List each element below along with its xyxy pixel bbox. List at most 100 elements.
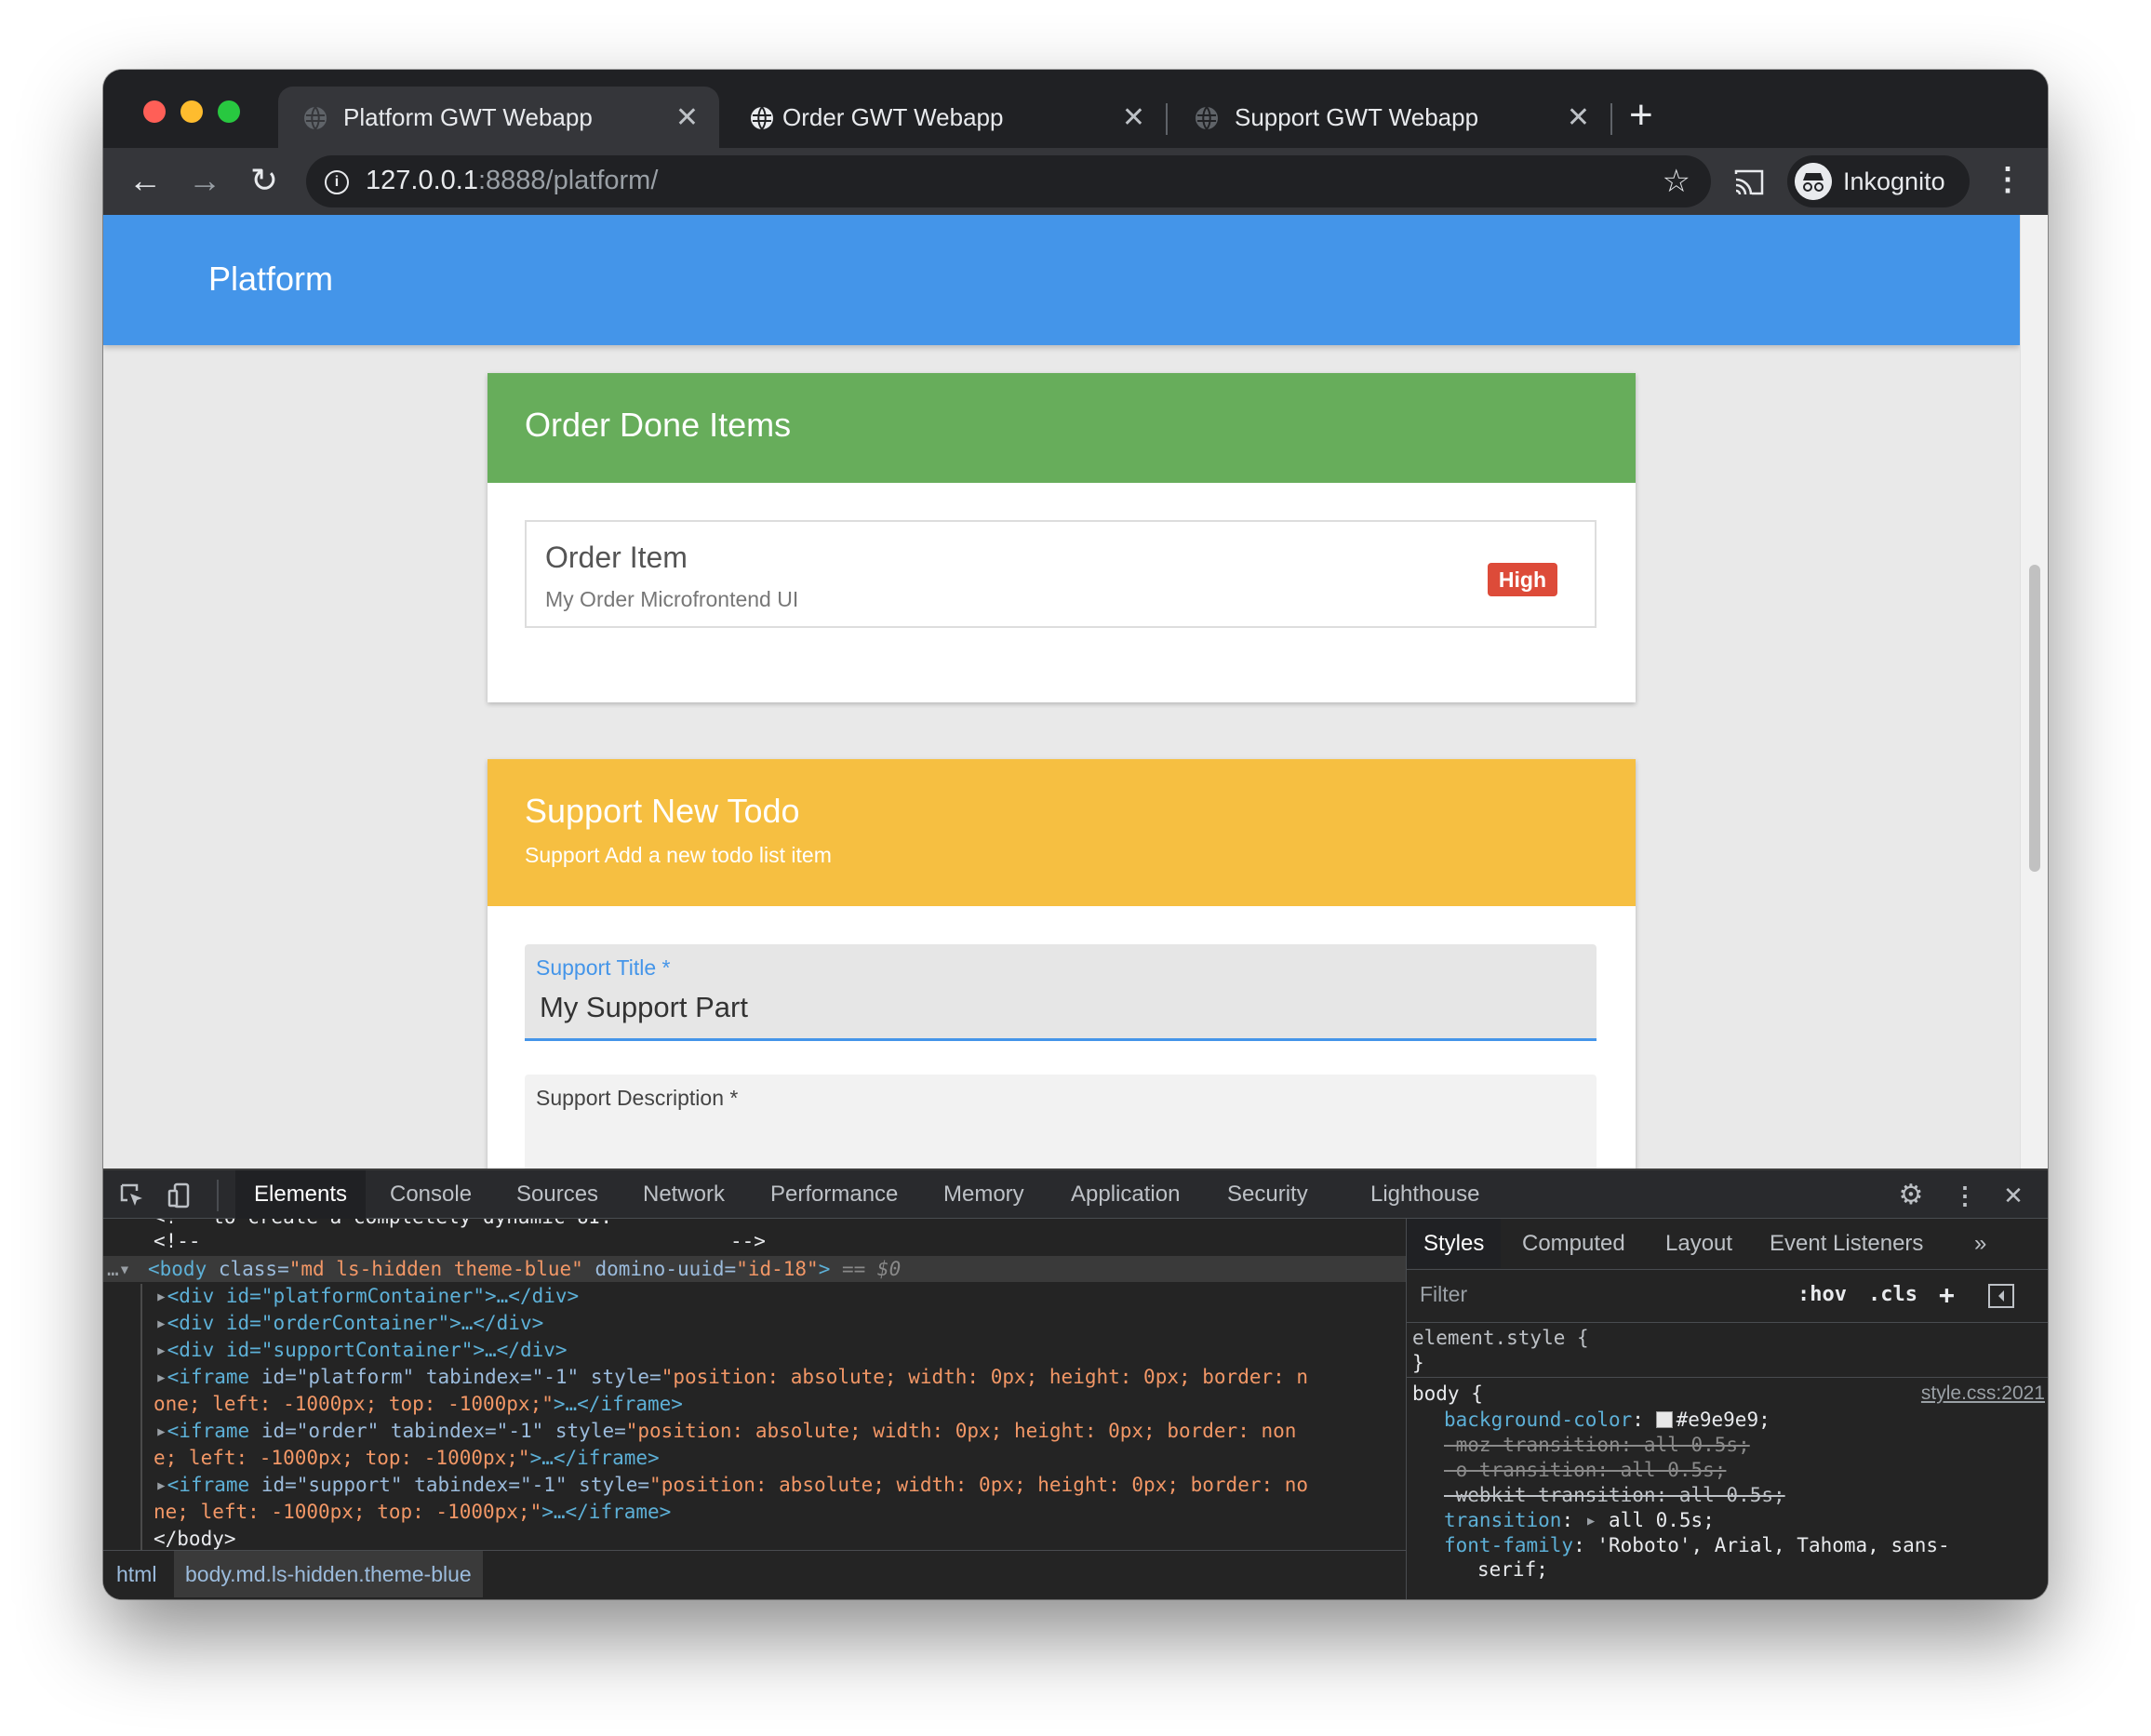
incognito-profile-button[interactable]: Inkognito (1787, 155, 1970, 207)
tab-application[interactable]: Application (1071, 1170, 1180, 1220)
tab-console[interactable]: Console (390, 1170, 472, 1220)
tab-title: Platform GWT Webapp (343, 103, 593, 131)
tab-platform[interactable]: Platform GWT Webapp ✕ (278, 87, 719, 148)
url-text[interactable]: 127.0.0.1:8888/platform/ (366, 166, 658, 196)
class-toggle[interactable]: .cls (1868, 1283, 1917, 1306)
css-property-font-family-cont: serif; (1477, 1558, 1548, 1581)
close-tab-icon[interactable]: ✕ (1122, 101, 1145, 134)
property-name: font-family (1444, 1534, 1574, 1556)
profile-name: Inkognito (1843, 167, 1945, 195)
tab-layout[interactable]: Layout (1665, 1219, 1732, 1268)
attr-value: "position: absolute; width: 0px; height:… (625, 1420, 1297, 1442)
tag-close: >…</iframe> (541, 1501, 672, 1523)
node-text: <div id="platformContainer">…</div> (167, 1285, 580, 1307)
page-scrollbar[interactable] (2020, 215, 2048, 1168)
more-tabs-chevron-icon[interactable]: » (1974, 1219, 1986, 1268)
rule-separator (1407, 1377, 2048, 1378)
browser-menu-icon[interactable]: ⋮ (1992, 161, 2024, 198)
tab-support[interactable]: Support GWT Webapp ✕ (1169, 87, 1610, 148)
incognito-icon (1795, 163, 1832, 200)
maximize-window-button[interactable] (218, 100, 240, 123)
css-property-webkit-transition[interactable]: -webkit-transition: all 0.5s; (1444, 1484, 1785, 1506)
dom-node-platform-container[interactable]: ▸<div id="platformContainer">…</div> (155, 1285, 579, 1307)
app-bar: Platform (103, 215, 2020, 345)
tab-styles[interactable]: Styles (1407, 1219, 1502, 1268)
css-property-o-transition[interactable]: -o-transition: all 0.5s; (1444, 1459, 1726, 1481)
reload-icon[interactable]: ↻ (241, 157, 287, 204)
css-property-font-family[interactable]: font-family: 'Roboto', Arial, Tahoma, sa… (1444, 1534, 1950, 1556)
tab-memory[interactable]: Memory (943, 1170, 1024, 1220)
tag-name: <iframe (167, 1366, 250, 1388)
forward-arrow-icon[interactable]: → (181, 157, 228, 204)
minimize-window-button[interactable] (180, 100, 203, 123)
breadcrumb-body[interactable]: body.md.ls-hidden.theme-blue (174, 1551, 483, 1597)
dom-tree[interactable]: <!-- to create a completely dynamic UI. … (103, 1219, 1480, 1550)
order-card-header: Order Done Items (488, 373, 1636, 483)
support-card-title: Support New Todo (525, 792, 800, 830)
filter-input[interactable]: Filter (1420, 1282, 1467, 1307)
dom-node-body[interactable]: <body class="md ls-hidden theme-blue" do… (148, 1258, 901, 1280)
back-arrow-icon[interactable]: ← (122, 157, 168, 204)
tab-computed[interactable]: Computed (1522, 1219, 1625, 1268)
tab-order[interactable]: Order GWT Webapp ✕ (725, 87, 1166, 148)
support-title-input[interactable] (540, 987, 1563, 1028)
info-icon[interactable]: i (325, 170, 349, 194)
tab-event-listeners[interactable]: Event Listeners (1770, 1219, 1923, 1268)
css-property-transition[interactable]: transition: ▸ all 0.5s; (1444, 1509, 1715, 1531)
property-value: #e9e9e9; (1676, 1409, 1770, 1431)
address-bar[interactable]: i 127.0.0.1:8888/platform/ ☆ (306, 155, 1711, 207)
devtools-menu-icon[interactable]: ⋮ (1951, 1182, 1979, 1209)
color-swatch[interactable] (1655, 1411, 1673, 1428)
close-tab-icon[interactable]: ✕ (675, 101, 699, 134)
dom-node-iframe-order[interactable]: ▸<iframe id="order" tabindex="-1" style=… (155, 1420, 1296, 1442)
inspect-element-icon[interactable] (118, 1182, 146, 1209)
tab-separator (1610, 103, 1612, 135)
property-name: background-color (1444, 1409, 1633, 1431)
close-tab-icon[interactable]: ✕ (1567, 101, 1590, 134)
expand-ellipsis-icon[interactable]: …▾ (107, 1258, 130, 1280)
css-property-background[interactable]: background-color: #e9e9e9; (1444, 1409, 1770, 1431)
css-property-moz-transition[interactable]: -moz-transition: all 0.5s; (1444, 1434, 1750, 1456)
device-toolbar-icon[interactable] (167, 1182, 194, 1209)
list-item[interactable]: Order Item My Order Microfrontend UI Hig… (525, 520, 1597, 628)
tab-lighthouse[interactable]: Lighthouse (1370, 1170, 1479, 1220)
new-tab-button[interactable]: + (1629, 92, 1653, 139)
toggle-sidebar-icon[interactable] (1987, 1283, 2015, 1309)
tab-performance[interactable]: Performance (770, 1170, 898, 1220)
tab-sources[interactable]: Sources (516, 1170, 598, 1220)
new-rule-button[interactable]: + (1939, 1279, 1955, 1310)
source-link[interactable]: style.css:2021 (1921, 1382, 2045, 1405)
css-rules[interactable]: element.style { } body { style.css:2021 … (1407, 1323, 2048, 1599)
property-value: all 0.5s; (1609, 1509, 1715, 1531)
tab-network[interactable]: Network (643, 1170, 725, 1220)
attr-value: one; left: -1000px; top: -1000px;" (154, 1393, 554, 1415)
close-devtools-icon[interactable]: ✕ (1999, 1182, 2027, 1209)
dom-node-iframe-support[interactable]: ▸<iframe id="support" tabindex="-1" styl… (155, 1474, 1308, 1496)
scrollbar-thumb[interactable] (2029, 565, 2040, 872)
tab-separator (1166, 103, 1168, 135)
tab-security[interactable]: Security (1227, 1170, 1308, 1220)
tab-elements[interactable]: Elements (235, 1170, 367, 1220)
app-title: Platform (208, 260, 334, 298)
tree-guide-line (140, 1284, 142, 1550)
dom-node-support-container[interactable]: ▸<div id="supportContainer">…</div> (155, 1339, 568, 1361)
property-name: transition (1444, 1509, 1562, 1531)
element-style-rule: element.style { (1412, 1327, 1589, 1349)
url-host: 127.0.0.1 (366, 166, 478, 195)
dom-node-iframe-platform[interactable]: ▸<iframe id="platform" tabindex="-1" sty… (155, 1366, 1308, 1388)
order-card: Order Done Items Order Item My Order Mic… (488, 373, 1636, 702)
rule-close-brace: } (1412, 1352, 1424, 1374)
hover-state-toggle[interactable]: :hov (1797, 1283, 1847, 1306)
dom-node-order-container[interactable]: ▸<div id="orderContainer">…</div> (155, 1312, 543, 1334)
attr-name: class= (207, 1258, 289, 1280)
bookmark-star-icon[interactable]: ☆ (1663, 163, 1690, 200)
close-window-button[interactable] (143, 100, 166, 123)
attr-value: ne; left: -1000px; top: -1000px;" (154, 1501, 542, 1523)
support-description-field[interactable]: Support Description * (525, 1075, 1597, 1168)
support-title-field[interactable]: Support Title * (525, 944, 1597, 1041)
cast-icon[interactable] (1733, 167, 1765, 198)
dom-node-body-end[interactable]: </body> (154, 1528, 236, 1550)
settings-gear-icon[interactable]: ⚙ (1897, 1182, 1925, 1209)
breadcrumb-html[interactable]: html (105, 1551, 167, 1597)
priority-badge: High (1487, 563, 1557, 596)
